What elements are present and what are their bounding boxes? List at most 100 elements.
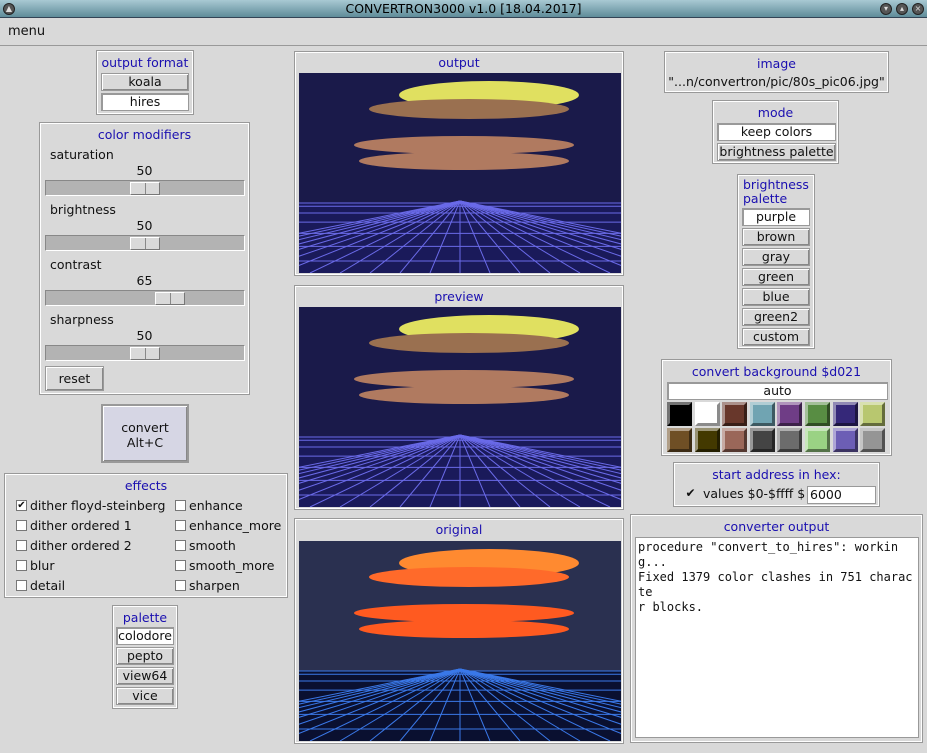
- effect-label[interactable]: sharpen: [189, 578, 240, 593]
- effect-checkbox[interactable]: [175, 540, 186, 551]
- background-color-swatch[interactable]: [805, 428, 830, 452]
- effect-checkbox[interactable]: [16, 540, 27, 551]
- convert-background-group: convert background $d021 auto: [661, 359, 892, 456]
- start-address-checkbox[interactable]: ✔: [685, 487, 696, 500]
- brightness-purple-button[interactable]: purple: [742, 208, 810, 226]
- title-line: palette: [743, 191, 788, 206]
- original-image: [299, 541, 621, 741]
- title-line: brightness: [743, 177, 809, 192]
- start-address-group: start address in hex: ✔ values $0-$ffff …: [673, 462, 880, 507]
- scene-picture: [299, 541, 621, 741]
- contrast-slider[interactable]: [45, 290, 245, 306]
- effect-checkbox[interactable]: [16, 580, 27, 591]
- slider-thumb[interactable]: [130, 347, 160, 360]
- contrast-value: 65: [136, 273, 153, 288]
- brightness-custom-button[interactable]: custom: [742, 328, 810, 346]
- effect-checkbox[interactable]: [175, 520, 186, 531]
- background-color-swatch[interactable]: [860, 428, 886, 452]
- palette-title: palette: [122, 610, 168, 625]
- background-color-swatch[interactable]: [832, 428, 858, 452]
- background-color-swatch[interactable]: [749, 402, 775, 426]
- converter-output-group: converter output procedure "convert_to_h…: [630, 514, 923, 743]
- brightness-brown-button[interactable]: brown: [742, 228, 810, 246]
- color-modifiers-title: color modifiers: [97, 127, 192, 142]
- saturation-label: saturation: [50, 147, 114, 162]
- maximize-icon[interactable]: ▴: [896, 3, 908, 15]
- effect-label[interactable]: dither ordered 2: [30, 538, 132, 553]
- converter-output-title: converter output: [723, 519, 830, 534]
- close-icon[interactable]: ×: [912, 3, 924, 15]
- contrast-label: contrast: [50, 257, 102, 272]
- sharpness-slider[interactable]: [45, 345, 245, 361]
- output-title: output: [438, 55, 480, 70]
- effect-label[interactable]: dither floyd-steinberg: [30, 498, 165, 513]
- format-koala-button[interactable]: koala: [101, 73, 189, 91]
- background-color-swatch[interactable]: [749, 428, 775, 452]
- slider-thumb[interactable]: [130, 237, 160, 250]
- background-color-swatch[interactable]: [777, 428, 803, 452]
- effect-label[interactable]: smooth: [189, 538, 236, 553]
- background-color-swatch[interactable]: [694, 428, 720, 452]
- background-color-swatch[interactable]: [667, 428, 692, 452]
- original-title: original: [435, 522, 483, 537]
- effect-checkbox[interactable]: [175, 500, 186, 511]
- format-hires-button[interactable]: hires: [101, 93, 189, 111]
- minimize-icon[interactable]: ▾: [880, 3, 892, 15]
- brightness-gray-button[interactable]: gray: [742, 248, 810, 266]
- effect-checkbox[interactable]: [175, 560, 186, 571]
- brightness-slider[interactable]: [45, 235, 245, 251]
- background-color-swatch[interactable]: [777, 402, 803, 426]
- effect-label[interactable]: enhance: [189, 498, 243, 513]
- effect-label[interactable]: detail: [30, 578, 65, 593]
- scene-picture: [299, 307, 621, 507]
- background-color-swatch[interactable]: [832, 402, 858, 426]
- background-color-swatch[interactable]: [694, 402, 720, 426]
- slider-thumb[interactable]: [155, 292, 185, 305]
- output-panel: output: [294, 51, 624, 276]
- preview-panel: preview: [294, 285, 624, 510]
- reset-button[interactable]: reset: [45, 366, 104, 391]
- palette-view64-button[interactable]: view64: [116, 667, 174, 685]
- start-address-input[interactable]: 6000: [807, 486, 876, 504]
- effect-label[interactable]: enhance_more: [189, 518, 281, 533]
- mode-brightness-palette-button[interactable]: brightness palette: [717, 143, 836, 161]
- background-color-swatch[interactable]: [722, 402, 748, 426]
- brightness-palette-title: brightness palette: [743, 178, 813, 206]
- image-title: image: [757, 56, 796, 71]
- effect-label[interactable]: dither ordered 1: [30, 518, 132, 533]
- background-auto-field[interactable]: auto: [667, 382, 888, 400]
- effect-checkbox[interactable]: [175, 580, 186, 591]
- effect-checkbox[interactable]: [16, 560, 27, 571]
- brightness-green2-button[interactable]: green2: [742, 308, 810, 326]
- brightness-value: 50: [136, 218, 153, 233]
- background-color-swatch[interactable]: [805, 402, 830, 426]
- menu-button[interactable]: menu: [8, 24, 45, 39]
- palette-pepto-button[interactable]: pepto: [116, 647, 174, 665]
- image-path[interactable]: "...n/convertron/pic/80s_pic06.jpg": [666, 74, 887, 89]
- mode-title: mode: [757, 105, 794, 120]
- convert-button[interactable]: convert Alt+C: [101, 404, 189, 463]
- background-color-swatch[interactable]: [860, 402, 886, 426]
- effect-label[interactable]: blur: [30, 558, 54, 573]
- background-color-swatch[interactable]: [722, 428, 748, 452]
- saturation-slider[interactable]: [45, 180, 245, 196]
- effect-checkbox[interactable]: [16, 520, 27, 531]
- mode-keep-colors-button[interactable]: keep colors: [717, 123, 836, 141]
- window-menu-icon[interactable]: ▲: [3, 3, 15, 15]
- effect-label[interactable]: smooth_more: [189, 558, 274, 573]
- image-group: image "...n/convertron/pic/80s_pic06.jpg…: [664, 51, 889, 93]
- title-bar: CONVERTRON3000 v1.0 [18.04.2017]: [0, 0, 927, 18]
- brightness-green-button[interactable]: green: [742, 268, 810, 286]
- brightness-blue-button[interactable]: blue: [742, 288, 810, 306]
- background-color-swatch[interactable]: [667, 402, 692, 426]
- palette-colodore-button[interactable]: colodore: [116, 627, 174, 645]
- converter-output-text[interactable]: procedure "convert_to_hires": working...…: [635, 537, 919, 738]
- output-format-title: output format: [101, 55, 189, 70]
- palette-vice-button[interactable]: vice: [116, 687, 174, 705]
- start-address-label: values $0-$ffff $: [703, 486, 806, 501]
- effect-checkbox[interactable]: ✔: [16, 500, 27, 511]
- mode-group: mode keep colors brightness palette: [712, 100, 839, 164]
- output-format-group: output format koala hires: [96, 50, 194, 115]
- convert-label: convert: [121, 420, 169, 435]
- slider-thumb[interactable]: [130, 182, 160, 195]
